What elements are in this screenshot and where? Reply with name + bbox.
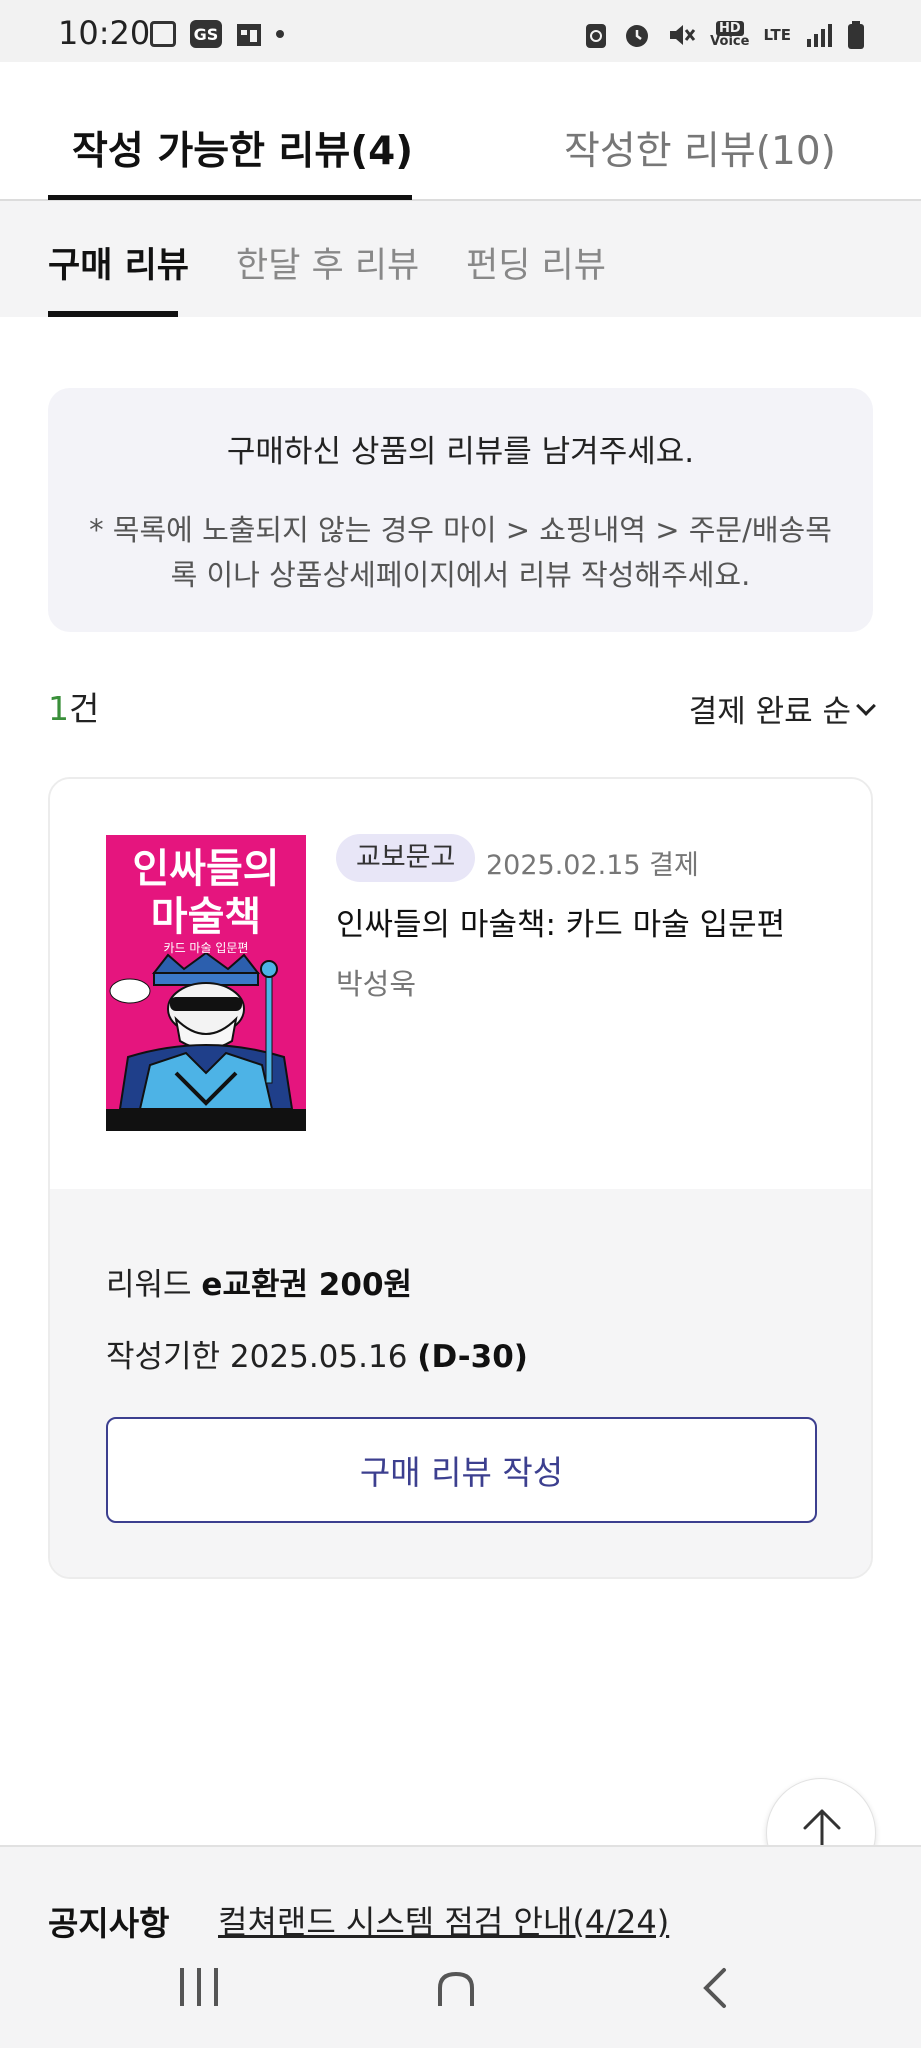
recent-apps-icon[interactable] [178, 1968, 220, 2006]
write-purchase-review-button[interactable]: 구매 리뷰 작성 [106, 1417, 817, 1523]
product-author: 박성욱 [336, 967, 417, 1001]
review-card: 인싸들의 마술책 카드 마술 입문편 교보문고 2025.02.15 결제 인싸들… [48, 777, 873, 1579]
notice-label: 공지사항 [48, 1904, 170, 1943]
footer-notice-bar: 공지사항 컬쳐랜드 시스템 점검 안내(4/24) [0, 1845, 921, 2048]
main-tab-bar: 작성 가능한 리뷰(4) 작성한 리뷰(10) [0, 62, 921, 201]
battery-icon [848, 21, 864, 49]
signal-icon [807, 24, 832, 47]
king-card-illustration-icon [109, 953, 294, 1109]
deadline-info: 작성기한 2025.05.16 (D-30) [106, 1339, 528, 1375]
tab-purchase-review[interactable]: 구매 리뷰 [48, 237, 189, 288]
reward-info: 리워드 e교환권 200원 [106, 1267, 413, 1303]
back-icon[interactable] [700, 1966, 730, 2010]
lte-icon: LTE [763, 25, 791, 44]
store-badge: 교보문고 [336, 834, 476, 882]
result-count-unit: 건 [69, 689, 100, 728]
reward-value: e교환권 200원 [201, 1267, 413, 1303]
active-subtab-indicator [48, 311, 178, 317]
status-time: 10:20 [58, 14, 151, 52]
alarm-icon [626, 25, 649, 47]
chevron-down-icon [856, 695, 876, 716]
product-title: 인싸들의 마술책: 카드 마술 입문편 [336, 907, 786, 943]
calendar-icon [237, 24, 261, 46]
payment-date: 2025.02.15 결제 [486, 850, 699, 881]
notification-dot-icon [276, 30, 284, 38]
tab-month-later-review[interactable]: 한달 후 리뷰 [236, 237, 419, 288]
book-cover-image: 인싸들의 마술책 카드 마술 입문편 [106, 835, 306, 1131]
notice-title: 구매하신 상품의 리뷰를 남겨주세요. [226, 434, 695, 470]
sub-tab-bar: 구매 리뷰 한달 후 리뷰 펀딩 리뷰 [0, 201, 921, 317]
hd-voice-icon: HD Voice [710, 21, 750, 49]
cover-footer [106, 1109, 306, 1131]
active-tab-indicator [48, 195, 412, 200]
gallery-icon [150, 21, 176, 47]
tab-writable-reviews[interactable]: 작성 가능한 리뷰(4) [72, 120, 413, 176]
home-icon[interactable] [436, 1970, 476, 2008]
gs-app-icon: GS [190, 20, 222, 48]
sort-label: 결제 완료 순 [688, 694, 851, 730]
review-reward-section: 리워드 e교환권 200원 작성기한 2025.05.16 (D-30) 구매 … [50, 1189, 871, 1577]
deadline-dday: (D-30) [417, 1339, 528, 1375]
sort-dropdown[interactable]: 결제 완료 순 [688, 686, 876, 731]
cover-title: 인싸들의 마술책 [132, 846, 280, 940]
recycle-icon [586, 24, 607, 48]
tab-funding-review[interactable]: 펀딩 리뷰 [466, 237, 606, 288]
product-info[interactable]: 인싸들의 마술책 카드 마술 입문편 교보문고 2025.02.15 결제 인싸들… [50, 779, 871, 1189]
result-count-number: 1 [48, 689, 69, 728]
result-count: 1건 [48, 682, 99, 730]
mute-icon [670, 25, 696, 45]
notice-link[interactable]: 컬쳐랜드 시스템 점검 안내(4/24) [218, 1897, 669, 1943]
tab-written-reviews[interactable]: 작성한 리뷰(10) [564, 120, 836, 176]
status-bar: 10:20 GS HD Voice LTE [0, 0, 921, 62]
review-notice-box: 구매하신 상품의 리뷰를 남겨주세요. * 목록에 노출되지 않는 경우 마이 … [48, 388, 873, 632]
notice-description: * 목록에 노출되지 않는 경우 마이 > 쇼핑내역 > 주문/배송목록 이나 … [89, 513, 832, 592]
